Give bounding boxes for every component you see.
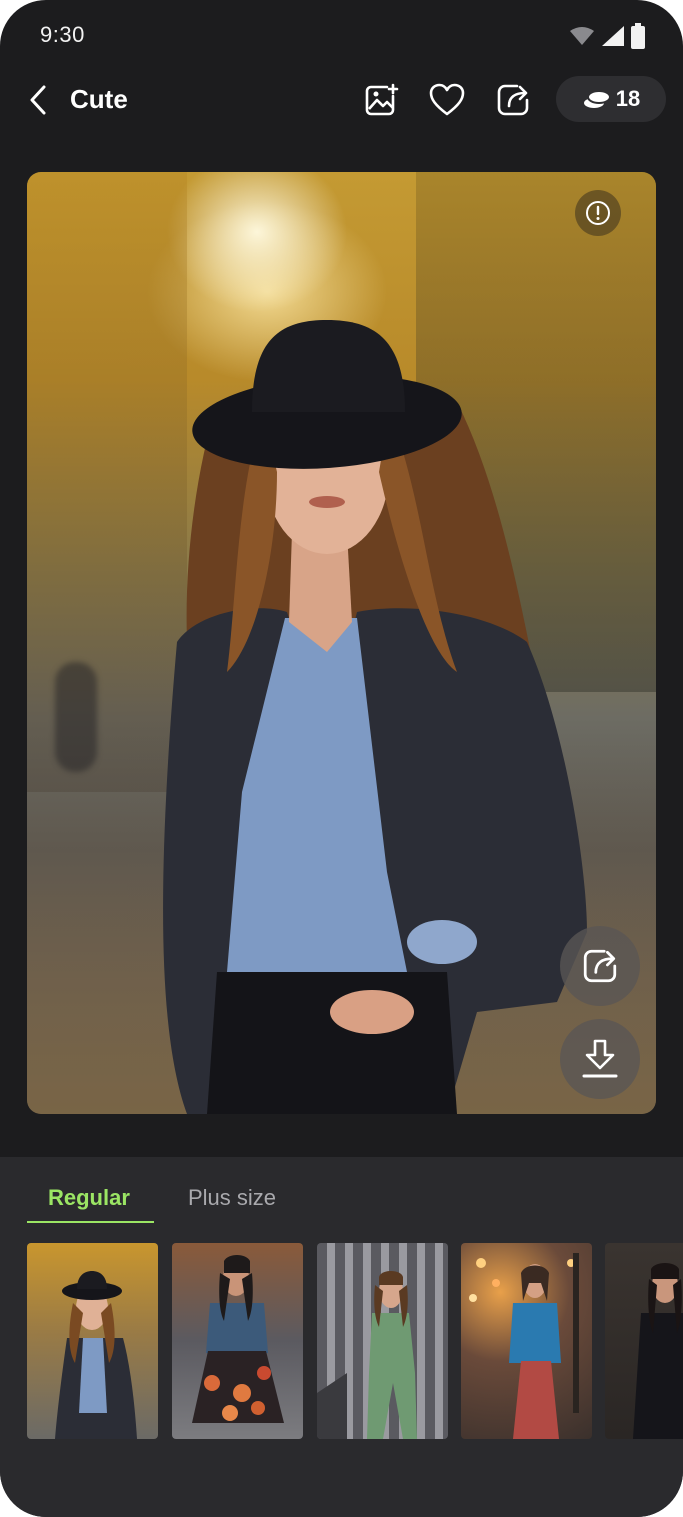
thumbnail-figure bbox=[192, 1255, 284, 1423]
add-image-icon bbox=[365, 83, 399, 116]
tab-regular[interactable]: Regular bbox=[48, 1185, 130, 1211]
thumbnail-strip[interactable] bbox=[27, 1243, 683, 1439]
cellular-signal-icon bbox=[601, 25, 625, 52]
share-button[interactable] bbox=[491, 78, 535, 122]
credits-button[interactable]: 18 bbox=[556, 76, 666, 122]
favorite-button[interactable] bbox=[425, 78, 469, 122]
thumbnail-2[interactable] bbox=[172, 1243, 303, 1439]
thumbnail-4[interactable] bbox=[461, 1243, 592, 1439]
tab-plus-size[interactable]: Plus size bbox=[188, 1185, 276, 1211]
back-button[interactable] bbox=[22, 80, 54, 120]
coins-icon bbox=[583, 90, 611, 108]
thumbnail-figure bbox=[317, 1271, 417, 1439]
battery-icon bbox=[631, 22, 645, 54]
wifi-icon bbox=[569, 26, 595, 51]
report-button[interactable] bbox=[575, 190, 621, 236]
download-button[interactable] bbox=[560, 1019, 640, 1099]
download-icon bbox=[582, 1039, 618, 1078]
credits-count: 18 bbox=[615, 86, 641, 111]
chevron-left-icon bbox=[30, 85, 46, 115]
add-image-button[interactable] bbox=[359, 78, 403, 122]
share-icon bbox=[497, 84, 529, 116]
tab-selected-indicator bbox=[27, 1221, 154, 1223]
style-picker-panel: Regular Plus size bbox=[0, 1157, 683, 1517]
thumbnail-figure bbox=[469, 1253, 579, 1439]
status-time: 9:30 bbox=[40, 22, 85, 47]
generated-photo[interactable] bbox=[27, 172, 656, 1114]
thumbnail-5[interactable] bbox=[605, 1243, 683, 1439]
share-icon bbox=[583, 949, 617, 983]
info-icon bbox=[586, 201, 610, 225]
status-icons bbox=[569, 22, 645, 54]
top-app-bar: Cute 18 bbox=[0, 72, 683, 128]
status-bar: 9:30 bbox=[0, 0, 683, 72]
thumbnail-1[interactable] bbox=[27, 1243, 158, 1439]
thumbnail-3[interactable] bbox=[317, 1243, 448, 1439]
share-photo-button[interactable] bbox=[560, 926, 640, 1006]
thumbnail-figure bbox=[633, 1263, 683, 1439]
thumbnail-figure bbox=[55, 1271, 137, 1439]
phone-screen: 9:30 Cute 18 Regular Plus size bbox=[0, 0, 683, 1517]
heart-icon bbox=[429, 83, 465, 116]
page-title: Cute bbox=[70, 84, 128, 114]
